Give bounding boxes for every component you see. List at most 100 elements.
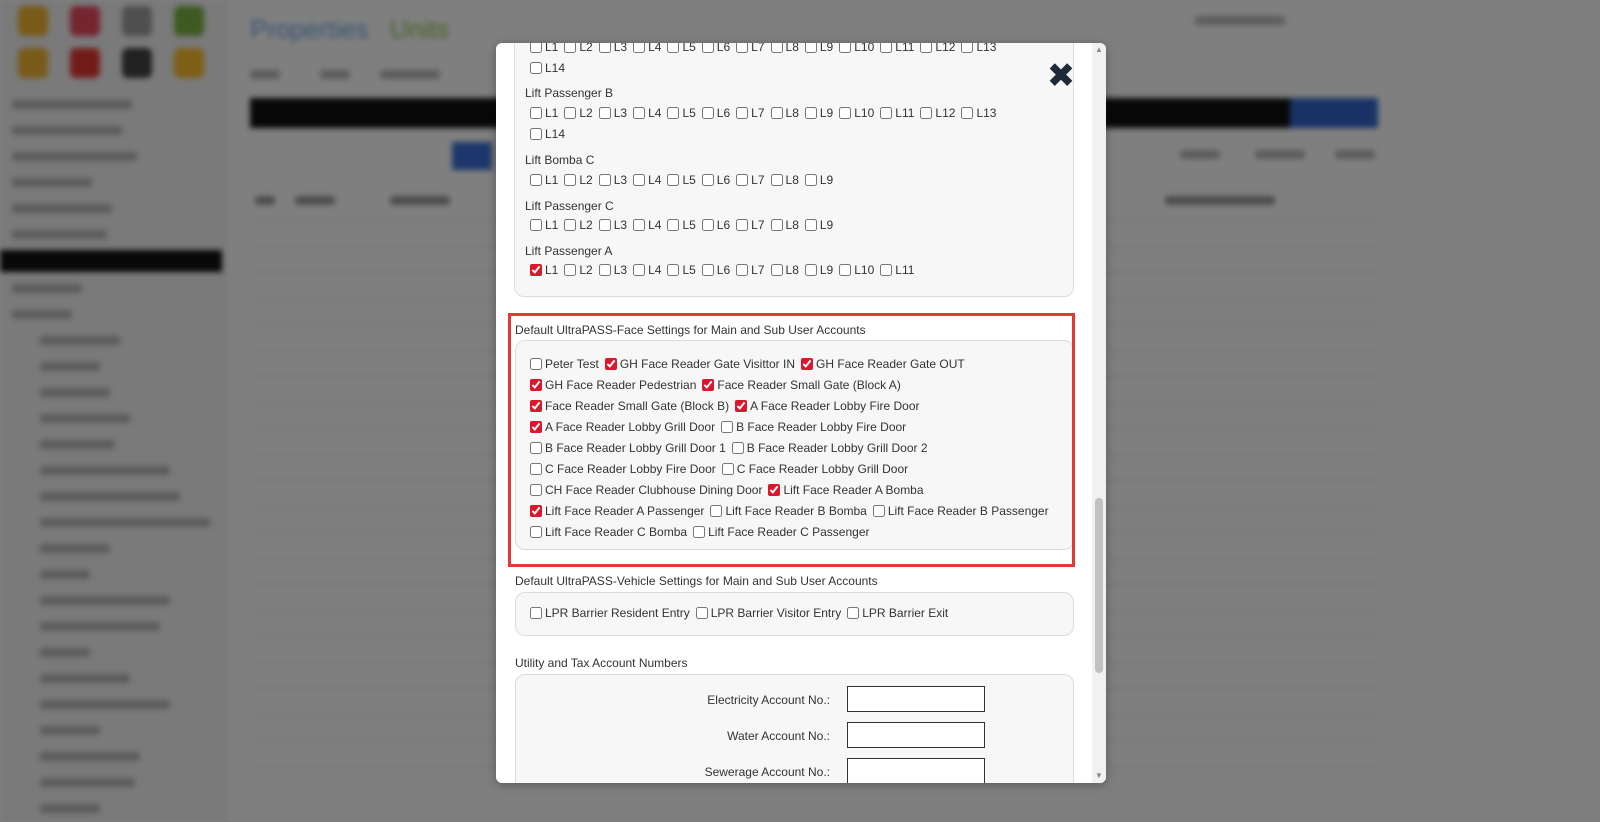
lift-level-l2[interactable]: L2 [564,106,593,120]
lift-level-checkbox[interactable] [598,107,611,119]
lift-level-checkbox[interactable] [770,219,783,231]
lift-level-l11[interactable]: L11 [880,43,914,54]
lift-level-checkbox[interactable] [701,219,714,231]
lift-level-l11[interactable]: L11 [880,263,914,277]
lift-level-checkbox[interactable] [667,264,680,276]
lift-level-l9[interactable]: L9 [804,218,833,232]
lift-level-checkbox[interactable] [920,43,933,53]
face-reader-peter-test[interactable]: Peter Test [530,357,599,371]
face-reader-c-face-reader-lobby-fire-door[interactable]: C Face Reader Lobby Fire Door [530,462,716,476]
vehicle-reader-checkbox[interactable] [695,607,708,619]
face-reader-checkbox[interactable] [604,358,617,370]
lift-level-checkbox[interactable] [633,219,646,231]
face-reader-checkbox[interactable] [872,505,885,517]
lift-level-l2[interactable]: L2 [564,218,593,232]
lift-level-l4[interactable]: L4 [633,263,661,277]
modal-scrollbar[interactable]: ▲ ▼ [1092,43,1106,783]
lift-level-checkbox[interactable] [880,107,893,119]
lift-level-l8[interactable]: L8 [770,173,799,187]
lift-level-l5[interactable]: L5 [667,173,696,187]
lift-level-checkbox[interactable] [701,264,714,276]
lift-level-checkbox[interactable] [564,219,577,231]
lift-level-checkbox[interactable] [633,43,646,53]
lift-level-l6[interactable]: L6 [701,106,730,120]
lift-level-checkbox[interactable] [770,107,783,119]
lift-level-l10[interactable]: L10 [839,106,874,120]
lift-level-l13[interactable]: L13 [961,106,996,120]
lift-level-l5[interactable]: L5 [667,263,696,277]
water-account-input[interactable] [847,722,985,748]
lift-level-checkbox[interactable] [564,174,577,186]
face-reader-checkbox[interactable] [530,526,542,538]
close-icon[interactable]: ✖ [1044,59,1078,93]
lift-level-checkbox[interactable] [839,264,852,276]
lift-level-l2[interactable]: L2 [564,263,593,277]
face-reader-face-reader-small-gate-block-a[interactable]: Face Reader Small Gate (Block A) [702,378,901,392]
lift-level-checkbox[interactable] [736,174,749,186]
lift-level-l10[interactable]: L10 [839,263,874,277]
lift-level-checkbox[interactable] [633,174,646,186]
lift-level-checkbox[interactable] [598,174,611,186]
face-reader-face-reader-small-gate-block-b[interactable]: Face Reader Small Gate (Block B) [530,399,729,413]
face-reader-checkbox[interactable] [530,463,542,475]
vehicle-reader-lpr-barrier-exit[interactable]: LPR Barrier Exit [847,606,948,620]
lift-level-checkbox[interactable] [804,264,817,276]
lift-level-l1[interactable]: L1 [530,263,558,277]
lift-level-checkbox[interactable] [961,107,974,119]
lift-level-l5[interactable]: L5 [667,43,696,54]
lift-level-l3[interactable]: L3 [598,218,627,232]
lift-level-checkbox[interactable] [530,219,542,231]
lift-level-checkbox[interactable] [667,107,680,119]
lift-level-checkbox[interactable] [564,107,577,119]
lift-level-l4[interactable]: L4 [633,173,661,187]
lift-level-checkbox[interactable] [961,43,974,53]
face-reader-checkbox[interactable] [530,400,542,412]
scroll-down-arrow-icon[interactable]: ▼ [1095,771,1103,780]
lift-level-l6[interactable]: L6 [701,218,730,232]
lift-level-checkbox[interactable] [530,264,542,276]
face-reader-lift-face-reader-a-bomba[interactable]: Lift Face Reader A Bomba [768,483,924,497]
face-reader-ch-face-reader-clubhouse-dining-door[interactable]: CH Face Reader Clubhouse Dining Door [530,483,762,497]
face-reader-checkbox[interactable] [721,421,734,433]
face-reader-checkbox[interactable] [702,379,715,391]
face-reader-checkbox[interactable] [693,526,706,538]
lift-level-checkbox[interactable] [770,174,783,186]
face-reader-checkbox[interactable] [801,358,813,370]
face-reader-checkbox[interactable] [768,484,781,496]
lift-level-l9[interactable]: L9 [804,263,833,277]
lift-level-checkbox[interactable] [701,107,714,119]
lift-level-l12[interactable]: L12 [920,106,955,120]
lift-level-checkbox[interactable] [804,43,817,53]
face-reader-a-face-reader-lobby-grill-door[interactable]: A Face Reader Lobby Grill Door [530,420,715,434]
lift-level-l1[interactable]: L1 [530,43,558,54]
lift-level-checkbox[interactable] [736,219,749,231]
face-reader-b-face-reader-lobby-fire-door[interactable]: B Face Reader Lobby Fire Door [721,420,906,434]
lift-level-checkbox[interactable] [598,219,611,231]
face-reader-checkbox[interactable] [735,400,748,412]
face-reader-lift-face-reader-b-bomba[interactable]: Lift Face Reader B Bomba [710,504,867,518]
face-reader-checkbox[interactable] [530,484,542,496]
lift-level-l1[interactable]: L1 [530,218,558,232]
face-reader-checkbox[interactable] [530,505,542,517]
lift-level-checkbox[interactable] [667,174,680,186]
vehicle-reader-lpr-barrier-resident-entry[interactable]: LPR Barrier Resident Entry [530,606,690,620]
lift-level-l14[interactable]: L14 [530,127,565,141]
lift-level-l3[interactable]: L3 [598,263,627,277]
lift-level-checkbox[interactable] [880,264,893,276]
vehicle-reader-lpr-barrier-visitor-entry[interactable]: LPR Barrier Visitor Entry [695,606,841,620]
lift-level-l5[interactable]: L5 [667,106,696,120]
lift-level-l3[interactable]: L3 [598,106,627,120]
face-reader-gh-face-reader-pedestrian[interactable]: GH Face Reader Pedestrian [530,378,696,392]
vehicle-reader-checkbox[interactable] [530,607,542,619]
lift-level-l5[interactable]: L5 [667,218,696,232]
lift-level-checkbox[interactable] [804,107,817,119]
scroll-up-arrow-icon[interactable]: ▲ [1095,45,1103,54]
lift-level-l1[interactable]: L1 [530,106,558,120]
lift-level-checkbox[interactable] [839,107,852,119]
electricity-account-input[interactable] [847,686,985,712]
lift-level-checkbox[interactable] [736,264,749,276]
lift-level-checkbox[interactable] [701,43,714,53]
face-reader-gh-face-reader-gate-visittor-in[interactable]: GH Face Reader Gate Visittor IN [604,357,795,371]
lift-level-l4[interactable]: L4 [633,43,661,54]
lift-level-checkbox[interactable] [633,107,646,119]
